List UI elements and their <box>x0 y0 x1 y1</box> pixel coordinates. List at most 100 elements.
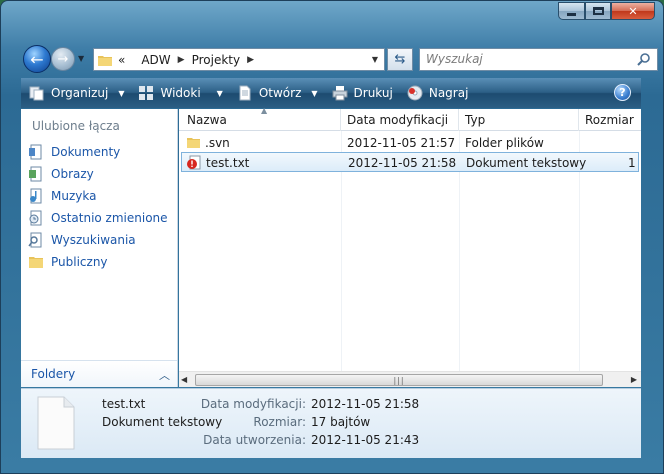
details-value-size: 17 bajtów <box>311 415 371 429</box>
back-button[interactable]: ← <box>23 45 51 73</box>
forward-arrow-icon: → <box>57 51 69 67</box>
file-type: Folder plików <box>465 136 544 150</box>
breadcrumb-separator-icon[interactable]: ▶ <box>178 55 185 65</box>
refresh-icon: ⇆ <box>394 52 406 67</box>
svn-conflict-icon <box>187 155 201 170</box>
details-label-date-modified: Data modyfikacji: <box>200 397 306 411</box>
column-header-date-modified[interactable]: Data modyfikacji <box>341 109 459 131</box>
command-bar: Organizuj ▼ Widoki ▼ Otwórz ▼ Drukuj Nag… <box>21 78 641 108</box>
column-header-size[interactable]: Rozmiar <box>579 109 641 131</box>
sidebar-item-label: Dokumenty <box>51 145 121 159</box>
breadcrumb-separator-icon[interactable]: ▶ <box>247 55 254 65</box>
file-size: 1 <box>628 156 636 170</box>
explorer-window: ✕ ← → ▼ « ADW ▶ Projekty ▶ ▼ ⇆ Wyszukaj <box>0 0 664 474</box>
sort-ascending-icon: ▲ <box>261 106 268 115</box>
address-dropdown-icon[interactable]: ▼ <box>372 55 378 64</box>
file-row-svn[interactable]: .svn 2012-11-05 21:57 Folder plików <box>181 133 639 153</box>
column-header-row: Nazwa ▲ Data modyfikacji Typ Rozmiar <box>179 106 641 131</box>
column-header-name[interactable]: Nazwa ▲ <box>181 106 341 131</box>
burn-button[interactable]: Nagraj <box>407 85 469 101</box>
chevron-up-icon[interactable]: ︿ <box>159 367 170 383</box>
sidebar-item-label: Ostatnio zmienione <box>51 211 168 225</box>
scrollbar-thumb[interactable]: ||| <box>195 374 603 386</box>
navigation-pane: Ulubione łącza Dokumenty Obrazy Muzyka O… <box>21 109 178 387</box>
forward-button[interactable]: → <box>51 47 75 71</box>
views-label: Widoki <box>160 86 201 100</box>
views-dropdown-icon: ▼ <box>216 88 223 98</box>
maximize-button[interactable] <box>585 2 611 20</box>
details-value-date-modified: 2012-11-05 21:58 <box>311 397 420 411</box>
print-label: Drukuj <box>353 86 393 100</box>
back-arrow-icon: ← <box>30 49 44 69</box>
documents-icon <box>29 144 42 160</box>
maximize-icon <box>592 7 604 15</box>
views-icon <box>139 86 154 100</box>
close-button[interactable]: ✕ <box>611 2 655 20</box>
column-header-type[interactable]: Typ <box>459 109 579 131</box>
breadcrumb-overflow[interactable]: « <box>118 53 125 67</box>
search-icon[interactable] <box>637 52 651 66</box>
organize-dropdown-icon: ▼ <box>118 88 125 98</box>
favorite-links-title: Ulubione łącza <box>32 119 120 133</box>
file-name: .svn <box>205 136 230 150</box>
burn-label: Nagraj <box>428 86 469 100</box>
folder-icon <box>98 55 112 66</box>
navigation-bar: ← → ▼ « ADW ▶ Projekty ▶ ▼ ⇆ Wyszukaj <box>21 43 658 75</box>
column-header-label: Nazwa <box>187 113 227 127</box>
views-button[interactable]: Widoki ▼ <box>138 85 223 101</box>
search-input[interactable]: Wyszukaj <box>419 48 658 71</box>
details-file-name: test.txt <box>102 397 146 411</box>
sidebar-item-label: Obrazy <box>51 167 94 181</box>
file-name: test.txt <box>206 156 250 170</box>
folders-toggle[interactable]: Foldery ︿ <box>21 360 177 387</box>
details-label-size: Rozmiar: <box>253 415 306 429</box>
open-label: Otwórz <box>258 86 302 100</box>
recent-icon <box>29 210 42 226</box>
address-bar[interactable]: « ADW ▶ Projekty ▶ ▼ <box>93 48 385 71</box>
open-icon <box>239 85 251 101</box>
folders-label: Foldery <box>31 367 76 381</box>
column-header-label: Typ <box>465 113 486 127</box>
help-icon: ? <box>619 86 626 99</box>
breadcrumb-item-adw[interactable]: ADW <box>141 53 170 67</box>
horizontal-scrollbar[interactable]: ◀ ||| ▶ <box>179 371 641 387</box>
recent-pages-dropdown[interactable]: ▼ <box>78 54 84 63</box>
scroll-right-icon[interactable]: ▶ <box>631 375 637 384</box>
sidebar-item-obrazy[interactable]: Obrazy <box>28 163 168 185</box>
public-folder-icon <box>29 257 43 268</box>
printer-icon <box>332 86 348 101</box>
sidebar-item-publiczny[interactable]: Publiczny <box>28 251 168 273</box>
music-icon <box>30 188 42 204</box>
scroll-left-icon[interactable]: ◀ <box>181 375 187 384</box>
minimize-icon <box>567 12 576 16</box>
sidebar-item-label: Wyszukiwania <box>51 233 136 247</box>
organize-button[interactable]: Organizuj ▼ <box>29 85 124 101</box>
sidebar-item-muzyka[interactable]: Muzyka <box>28 185 168 207</box>
open-button[interactable]: Otwórz ▼ <box>237 85 318 101</box>
file-date-modified: 2012-11-05 21:57 <box>347 136 456 150</box>
file-date-modified: 2012-11-05 21:58 <box>348 156 457 170</box>
sidebar-item-ostatnio-zmienione[interactable]: Ostatnio zmienione <box>28 207 168 229</box>
organize-label: Organizuj <box>51 86 109 100</box>
help-button[interactable]: ? <box>614 84 631 101</box>
organize-icon <box>29 86 44 101</box>
column-header-label: Rozmiar <box>585 113 634 127</box>
search-placeholder: Wyszukaj <box>426 52 483 66</box>
caption-buttons: ✕ <box>558 2 655 20</box>
print-button[interactable]: Drukuj <box>332 85 393 101</box>
file-row-test-txt[interactable]: test.txt 2012-11-05 21:58 Dokument tekst… <box>181 152 639 172</box>
file-type: Dokument tekstowy <box>466 156 587 170</box>
breadcrumb-item-projekty[interactable]: Projekty <box>192 53 241 67</box>
details-label-date-created: Data utworzenia: <box>203 433 306 447</box>
searches-icon <box>28 232 42 248</box>
sidebar-item-wyszukiwania[interactable]: Wyszukiwania <box>28 229 168 251</box>
sidebar-item-label: Muzyka <box>51 189 97 203</box>
sidebar-item-label: Publiczny <box>51 255 108 269</box>
refresh-button[interactable]: ⇆ <box>387 48 413 71</box>
burn-disc-icon <box>407 85 423 101</box>
column-header-label: Data modyfikacji <box>347 113 449 127</box>
minimize-button[interactable] <box>558 2 585 20</box>
text-document-icon <box>37 396 75 450</box>
pictures-icon <box>29 166 42 182</box>
sidebar-item-dokumenty[interactable]: Dokumenty <box>28 141 168 163</box>
